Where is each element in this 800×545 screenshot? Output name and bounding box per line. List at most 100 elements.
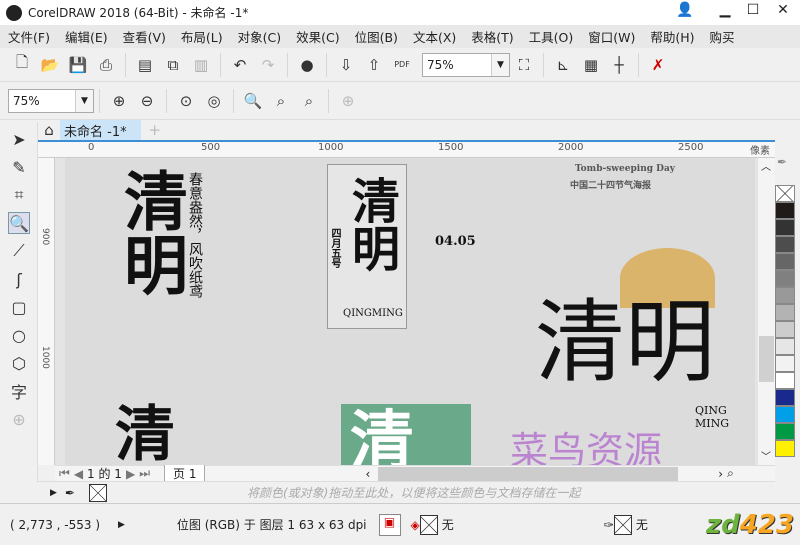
zoom-level-select-2[interactable]: 75% ▼	[8, 88, 94, 113]
color-swatch[interactable]	[775, 219, 795, 236]
freehand-tool-icon[interactable]: ⟋	[8, 240, 30, 262]
menu-object[interactable]: 对象(C)	[230, 27, 288, 46]
next-page-icon[interactable]: ▶	[126, 467, 135, 481]
scroll-up-icon[interactable]: ︿	[761, 158, 771, 173]
outline-swatch[interactable]	[613, 514, 632, 535]
color-swatch[interactable]	[775, 321, 795, 338]
color-swatch[interactable]	[775, 389, 795, 406]
snap-off-icon[interactable]: ✗	[647, 54, 669, 76]
import-icon[interactable]: ⇩	[335, 54, 357, 76]
new-tab-icon[interactable]: +	[144, 120, 166, 140]
scroll-right-icon[interactable]: ›	[718, 467, 723, 481]
color-swatch[interactable]	[775, 236, 795, 253]
zoom-page-icon[interactable]: 🔍	[242, 90, 264, 112]
text-tool-icon[interactable]: 字	[8, 380, 30, 402]
color-swatch[interactable]	[775, 287, 795, 304]
drawing-canvas[interactable]: 清明 春意盎然，风吹纸鸢 清明 四月五号 04.05 QINGMING Tomb…	[55, 158, 758, 465]
scroll-left-icon[interactable]: ‹	[365, 467, 370, 481]
color-swatch[interactable]	[775, 304, 795, 321]
show-rulers-icon[interactable]: ⊾	[552, 54, 574, 76]
vertical-ruler[interactable]: 900 1000	[38, 158, 55, 465]
zoom-tool-icon[interactable]: 🔍	[8, 212, 30, 234]
account-icon[interactable]: 👤	[672, 2, 698, 22]
menu-file[interactable]: 文件(F)	[0, 27, 57, 46]
show-grid-icon[interactable]: ▦	[580, 54, 602, 76]
polygon-tool-icon[interactable]: ⬡	[8, 352, 30, 374]
palette-eyedropper-icon[interactable]: ✒	[777, 155, 787, 169]
color-swatch[interactable]	[775, 202, 795, 219]
page-tab[interactable]: 页 1	[164, 464, 206, 483]
home-icon[interactable]: ⌂	[40, 120, 58, 140]
menu-bitmaps[interactable]: 位图(B)	[347, 27, 405, 46]
zoom-out-icon[interactable]: ⊖	[136, 90, 158, 112]
vertical-scrollbar[interactable]: ︿ ﹀	[758, 158, 775, 465]
menu-text[interactable]: 文本(X)	[405, 27, 463, 46]
zoom-selected-icon[interactable]: ⊙	[175, 90, 197, 112]
color-swatch[interactable]	[775, 338, 795, 355]
zoom-all-objects-icon[interactable]: ◎	[203, 90, 225, 112]
menu-buy[interactable]: 购买	[702, 27, 742, 46]
color-swatch[interactable]	[775, 372, 795, 389]
crop-tool-icon[interactable]: ⌗	[8, 184, 30, 206]
color-swatch[interactable]	[775, 355, 795, 372]
search-content-icon[interactable]: ●	[296, 54, 318, 76]
fill-swatch[interactable]	[419, 514, 438, 535]
no-color-swatch[interactable]	[775, 185, 795, 202]
save-icon[interactable]: 💾	[67, 54, 89, 76]
color-swatch[interactable]	[775, 406, 795, 423]
full-screen-icon[interactable]: ⛶	[513, 54, 535, 76]
pick-tool-icon[interactable]: ➤	[8, 128, 30, 150]
maximize-button[interactable]: ☐	[740, 2, 766, 22]
shape-tool-icon[interactable]: ✎	[8, 156, 30, 178]
rectangle-tool-icon[interactable]: ▢	[8, 296, 30, 318]
menu-edit[interactable]: 编辑(E)	[57, 27, 115, 46]
zoom-navigator-icon[interactable]: ⌕	[727, 466, 734, 481]
export-icon[interactable]: ⇧	[363, 54, 385, 76]
close-button[interactable]: ✕	[770, 2, 796, 22]
menu-tools[interactable]: 工具(O)	[521, 27, 581, 46]
color-swatch[interactable]	[775, 270, 795, 287]
color-swatch[interactable]	[775, 253, 795, 270]
document-palette[interactable]: ▶ ✒ 将颜色(或对象)拖动至此处，以便将这些颜色与文档存储在一起	[38, 481, 775, 503]
first-page-icon[interactable]: ⏮	[59, 466, 70, 481]
zoom-page-width-icon[interactable]: ⌕	[270, 90, 292, 112]
open-folder-icon[interactable]: 📂	[39, 54, 61, 76]
menu-layout[interactable]: 布局(L)	[173, 27, 230, 46]
redo-icon[interactable]: ↷	[257, 54, 279, 76]
minimize-button[interactable]: ▁	[712, 2, 738, 22]
print-icon[interactable]: ⎙	[95, 54, 117, 76]
add-icon[interactable]: ⊕	[337, 90, 359, 112]
scroll-thumb[interactable]	[759, 336, 774, 382]
cut-icon[interactable]: ▤	[134, 54, 156, 76]
menu-view[interactable]: 查看(V)	[115, 27, 173, 46]
undo-icon[interactable]: ↶	[229, 54, 251, 76]
color-swatch[interactable]	[775, 440, 795, 457]
poster-image[interactable]: 清明 春意盎然，风吹纸鸢 清明 四月五号 04.05 QINGMING Tomb…	[65, 158, 755, 465]
show-guidelines-icon[interactable]: ┼	[608, 54, 630, 76]
new-document-icon[interactable]: 🗋	[11, 53, 33, 76]
zoom-level-select[interactable]: 75% ▼	[422, 52, 510, 77]
horizontal-ruler[interactable]: 0 500 1000 1500 2000 2500 像素	[38, 142, 775, 158]
no-color-swatch[interactable]	[88, 483, 107, 502]
color-proof-icon[interactable]: ▣	[378, 513, 401, 536]
ellipse-tool-icon[interactable]: ○	[8, 324, 30, 346]
menu-effects[interactable]: 效果(C)	[288, 27, 346, 46]
status-menu-icon[interactable]: ▶	[118, 520, 125, 530]
chevron-down-icon[interactable]: ▼	[491, 53, 509, 76]
palette-menu-icon[interactable]: ▶	[50, 488, 57, 498]
zoom-page-height-icon[interactable]: ⌕	[298, 90, 320, 112]
publish-pdf-icon[interactable]: PDF	[391, 54, 413, 76]
add-tool-icon[interactable]: ⊕	[8, 408, 30, 430]
chevron-down-icon[interactable]: ▼	[75, 89, 93, 112]
horizontal-scroll-thumb[interactable]	[378, 466, 679, 481]
zoom-in-icon[interactable]: ⊕	[108, 90, 130, 112]
last-page-icon[interactable]: ⏭	[139, 466, 150, 481]
prev-page-icon[interactable]: ◀	[74, 467, 83, 481]
menu-window[interactable]: 窗口(W)	[580, 27, 642, 46]
artistic-media-icon[interactable]: ʃ	[8, 268, 30, 290]
eyedropper-icon[interactable]: ✒	[65, 486, 75, 500]
menu-help[interactable]: 帮助(H)	[642, 27, 701, 46]
copy-icon[interactable]: ⧉	[162, 54, 184, 76]
tab-document[interactable]: 未命名 -1*	[60, 120, 141, 140]
color-swatch[interactable]	[775, 423, 795, 440]
